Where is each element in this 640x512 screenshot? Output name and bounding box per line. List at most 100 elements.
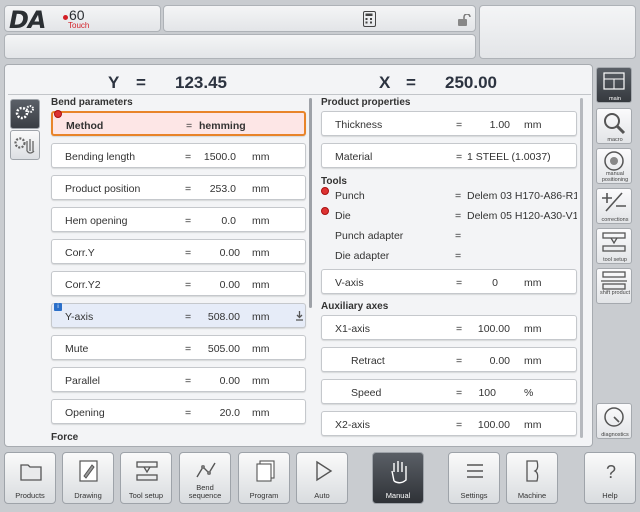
- y-axis-label: Y-axis: [65, 311, 94, 323]
- header-right-panel: [479, 5, 636, 59]
- x2-axis-label: X2-axis: [335, 419, 371, 431]
- product-position-value: 253.0: [209, 183, 236, 195]
- die-label[interactable]: Die: [335, 210, 351, 222]
- macro-button[interactable]: macro: [596, 108, 632, 144]
- nav-program-label: Program: [249, 491, 279, 500]
- gear-hand-tab-icon[interactable]: [10, 130, 40, 160]
- nav-settings-label: Settings: [460, 491, 488, 500]
- thickness-row[interactable]: Thickness = 1.00 mm: [321, 111, 577, 136]
- bend-sequence-icon: [196, 462, 216, 478]
- tool-setup-side-button[interactable]: tool setup: [596, 228, 632, 264]
- nav-tool-setup-label: Tool setup: [128, 491, 164, 500]
- bend-param-row-hem-opening[interactable]: Hem opening = 0.0 mm: [51, 207, 306, 232]
- retract-value: 0.00: [489, 355, 510, 367]
- thickness-eq: =: [456, 119, 463, 131]
- die-adapter-label[interactable]: Die adapter: [335, 250, 389, 262]
- unlock-icon[interactable]: [457, 13, 471, 32]
- x1-axis-unit: mm: [524, 323, 542, 335]
- nav-drawing-label: Drawing: [74, 491, 102, 500]
- hem-opening-value: 0.0: [221, 215, 236, 227]
- hem-opening-eq: =: [185, 215, 192, 227]
- hand-icon: [391, 461, 407, 484]
- corr-y2-value: 0.00: [219, 279, 240, 291]
- punch-label[interactable]: Punch: [335, 190, 365, 202]
- logo-sub: Touch: [68, 21, 90, 30]
- corr-y-eq: =: [185, 247, 192, 259]
- logo-letters: DA: [9, 6, 46, 34]
- bend-param-row-method[interactable]: Method = hemming: [51, 111, 306, 136]
- bending-length-eq: =: [185, 151, 192, 163]
- x-readout-label: X: [379, 73, 391, 92]
- program-icon: [256, 460, 275, 482]
- retract-row[interactable]: Retract = 0.00 mm: [321, 347, 577, 372]
- nav-auto-button[interactable]: Auto: [296, 452, 348, 504]
- x2-axis-row[interactable]: X2-axis = 100.00 mm: [321, 411, 577, 436]
- bend-param-row-corr-y[interactable]: Corr.Y = 0.00 mm: [51, 239, 306, 264]
- opening-value: 20.0: [219, 407, 240, 419]
- nav-help-label: Help: [602, 491, 618, 500]
- main-view-button[interactable]: main: [596, 67, 632, 103]
- punch-adapter-eq: =: [455, 230, 462, 242]
- bending-length-label: Bending length: [65, 151, 136, 163]
- mute-label: Mute: [65, 343, 89, 355]
- retract-label: Retract: [351, 355, 385, 367]
- nav-machine-button[interactable]: Machine: [506, 452, 558, 504]
- bend-param-row-y-axis[interactable]: Y-axis = 508.00 mm: [51, 303, 306, 328]
- nav-products-button[interactable]: Products: [4, 452, 56, 504]
- nav-manual-button[interactable]: Manual: [372, 452, 424, 504]
- corrections-button[interactable]: corrections: [596, 188, 632, 224]
- die-warning-icon: [321, 207, 329, 215]
- material-row[interactable]: Material = 1 STEEL (1.0037): [321, 143, 577, 168]
- diagnostics-button[interactable]: diagnostics: [596, 403, 632, 439]
- svg-text:?: ?: [606, 462, 616, 482]
- bend-param-row-bending-length[interactable]: Bending length = 1500.0 mm: [51, 143, 306, 168]
- punch-adapter-label[interactable]: Punch adapter: [335, 230, 403, 242]
- y-readout-eq: =: [136, 73, 146, 92]
- hem-opening-unit: mm: [252, 215, 270, 227]
- left-scrollbar[interactable]: [309, 98, 312, 308]
- download-icon[interactable]: [295, 310, 304, 324]
- gears-tab-icon[interactable]: [10, 99, 40, 129]
- settings-list-icon: [467, 464, 483, 478]
- punch-warning-icon: [321, 187, 329, 195]
- nav-help-button[interactable]: ? Help: [584, 452, 636, 504]
- method-value: hemming: [199, 120, 246, 132]
- nav-bend-sequence-button[interactable]: Bend sequence: [179, 452, 231, 504]
- bend-param-row-product-position[interactable]: Product position = 253.0 mm: [51, 175, 306, 200]
- nav-settings-button[interactable]: Settings: [448, 452, 500, 504]
- v-axis-row[interactable]: V-axis = 0 mm: [321, 269, 577, 294]
- product-properties-title: Product properties: [321, 97, 411, 108]
- nav-program-button[interactable]: Program: [238, 452, 290, 504]
- corrections-label: corrections: [601, 217, 629, 223]
- nav-tool-setup-button[interactable]: Tool setup: [120, 452, 172, 504]
- punch-value[interactable]: Delem 03 H170-A86-R10: [467, 190, 577, 202]
- method-eq: =: [186, 120, 193, 132]
- corr-y2-eq: =: [185, 279, 192, 291]
- x1-axis-eq: =: [456, 323, 463, 335]
- nav-drawing-button[interactable]: Drawing: [62, 452, 114, 504]
- product-position-eq: =: [185, 183, 192, 195]
- parallel-unit: mm: [252, 375, 270, 387]
- bend-param-row-mute[interactable]: Mute = 505.00 mm: [51, 335, 306, 360]
- calculator-icon[interactable]: [363, 11, 376, 27]
- auxiliary-axes-title: Auxiliary axes: [321, 301, 389, 312]
- right-scrollbar[interactable]: [580, 98, 583, 438]
- shift-product-button[interactable]: shift product: [596, 268, 632, 304]
- die-value[interactable]: Delem 05 H120-A30-V16: [467, 210, 577, 222]
- x1-axis-label: X1-axis: [335, 323, 371, 335]
- v-axis-unit: mm: [524, 277, 542, 289]
- bend-param-row-opening[interactable]: Opening = 20.0 mm: [51, 399, 306, 424]
- x-readout-eq: =: [406, 73, 416, 92]
- bend-param-row-corr-y2[interactable]: Corr.Y2 = 0.00 mm: [51, 271, 306, 296]
- header-message-bar: [4, 34, 476, 59]
- x1-axis-value: 100.00: [477, 323, 510, 335]
- speed-row[interactable]: Speed = 100 %: [321, 379, 577, 404]
- opening-eq: =: [185, 407, 192, 419]
- manual-positioning-button[interactable]: manual positioning: [596, 148, 632, 184]
- hem-opening-label: Hem opening: [65, 215, 128, 227]
- x1-axis-row[interactable]: X1-axis = 100.00 mm: [321, 315, 577, 340]
- main-view-label: main: [609, 96, 621, 102]
- bend-param-row-parallel[interactable]: Parallel = 0.00 mm: [51, 367, 306, 392]
- thickness-unit: mm: [524, 119, 542, 131]
- speed-unit: %: [524, 387, 534, 399]
